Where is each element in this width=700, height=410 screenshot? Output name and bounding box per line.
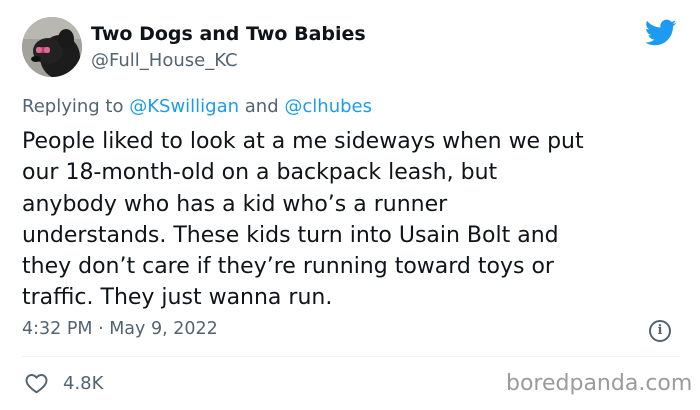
- watermark: boredpanda.com: [506, 371, 693, 396]
- like-button[interactable]: 4.8K: [24, 372, 103, 394]
- author-handle[interactable]: @Full_House_KC: [91, 50, 238, 71]
- tweet-card: Two Dogs and Two Babies @Full_House_KC R…: [0, 0, 700, 410]
- dog-avatar-icon: [22, 17, 82, 77]
- reply-context: Replying to @KSwilligan and @clhubes: [22, 96, 372, 117]
- reply-user-link[interactable]: @KSwilligan: [129, 96, 239, 117]
- tweet-text-line: anybody who has a kid who’s a runner: [22, 191, 448, 217]
- avatar[interactable]: [22, 17, 82, 77]
- like-count: 4.8K: [63, 372, 104, 394]
- tweet-text-line: they don’t care if they’re running towar…: [22, 254, 554, 280]
- info-icon[interactable]: i: [649, 320, 671, 342]
- author-name[interactable]: Two Dogs and Two Babies: [91, 23, 366, 45]
- heart-icon: [25, 374, 48, 394]
- divider: [22, 356, 680, 357]
- tweet-text-line: understands. These kids turn into Usain …: [22, 222, 559, 248]
- reply-prefix: Replying to: [22, 96, 124, 117]
- timestamp[interactable]: 4:32 PM · May 9, 2022: [22, 319, 218, 339]
- reply-user-link[interactable]: @clhubes: [284, 96, 372, 117]
- tweet-text-line: traffic. They just wanna run.: [22, 285, 333, 311]
- tweet-text: People liked to look at a me sideways wh…: [22, 126, 692, 314]
- tweet-text-line: our 18-month-old on a backpack leash, bu…: [22, 160, 498, 186]
- reply-conjunction: and: [244, 96, 279, 117]
- tweet-text-line: People liked to look at a me sideways wh…: [22, 129, 584, 154]
- twitter-bird-icon[interactable]: [645, 19, 677, 47]
